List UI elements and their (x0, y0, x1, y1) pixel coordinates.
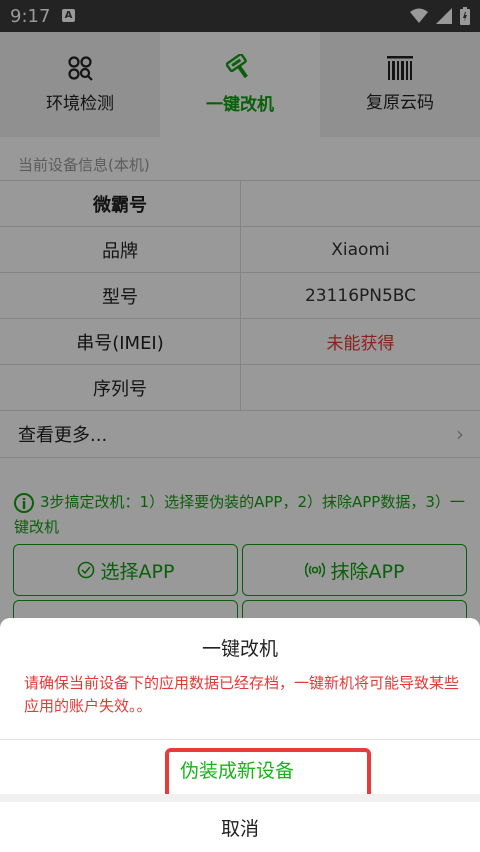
disguise-new-device-label: 伪装成新设备 (180, 760, 295, 782)
cancel-button[interactable]: 取消 (0, 802, 480, 852)
confirm-dialog: 一键改机 请确保当前设备下的应用数据已经存档，一键新机将可能导致某些应用的账户失… (0, 618, 480, 852)
dialog-title: 一键改机 (201, 638, 278, 660)
divider (0, 794, 480, 802)
dialog-message: 请确保当前设备下的应用数据已经存档，一键新机将可能导致某些应用的账户失效。。 (24, 674, 460, 715)
disguise-new-device-button[interactable]: 伪装成新设备 (0, 740, 480, 800)
